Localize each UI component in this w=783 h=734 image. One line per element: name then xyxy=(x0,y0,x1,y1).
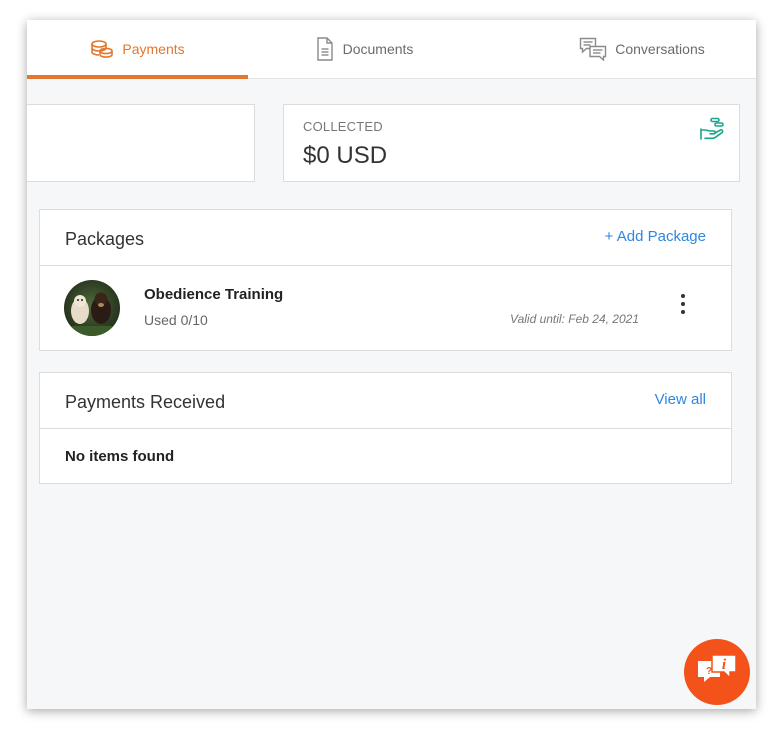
tab-conversations[interactable]: Conversations xyxy=(547,20,737,78)
hand-money-icon xyxy=(699,117,727,146)
more-options-icon[interactable] xyxy=(679,294,687,320)
package-name: Obedience Training xyxy=(144,286,284,303)
tab-payments-label: Payments xyxy=(122,41,185,57)
active-tab-indicator xyxy=(27,75,248,79)
help-chat-icon: i ? xyxy=(684,654,750,709)
stat-card-partial xyxy=(27,104,255,182)
tab-payments[interactable]: Payments xyxy=(27,20,248,79)
payments-received-header: Payments Received View all xyxy=(40,373,731,429)
view-all-link[interactable]: View all xyxy=(655,391,706,408)
empty-state-text: No items found xyxy=(65,448,175,465)
app-window: Payments Documents Conversations COLLECT… xyxy=(27,20,756,709)
coins-icon xyxy=(90,39,114,59)
package-valid-until: Valid until: Feb 24, 2021 xyxy=(510,312,639,326)
packages-title: Packages xyxy=(65,229,145,249)
collected-value: $0 USD xyxy=(303,142,388,169)
package-avatar xyxy=(64,280,120,336)
payments-received-panel: Payments Received View all No items foun… xyxy=(39,372,732,484)
packages-panel: Packages + Add Package Obedience Trainin… xyxy=(39,209,732,351)
package-usage: Used 0/10 xyxy=(144,312,208,328)
tab-documents-label: Documents xyxy=(342,41,414,57)
empty-state: No items found xyxy=(40,429,731,484)
tab-documents[interactable]: Documents xyxy=(279,20,449,78)
add-package-button[interactable]: + Add Package xyxy=(605,228,706,245)
tab-conversations-label: Conversations xyxy=(615,41,705,57)
document-icon xyxy=(315,37,335,61)
packages-header: Packages + Add Package xyxy=(40,210,731,266)
tab-bar: Payments Documents Conversations xyxy=(27,20,756,79)
package-row[interactable]: Obedience Training Used 0/10 Valid until… xyxy=(40,266,731,350)
collected-label: COLLECTED xyxy=(303,119,383,134)
stat-card-collected: COLLECTED $0 USD xyxy=(283,104,740,182)
help-button[interactable]: i ? xyxy=(684,639,750,705)
svg-text:?: ? xyxy=(706,666,712,677)
chat-bubbles-icon xyxy=(579,37,607,61)
payments-received-title: Payments Received xyxy=(65,392,226,412)
